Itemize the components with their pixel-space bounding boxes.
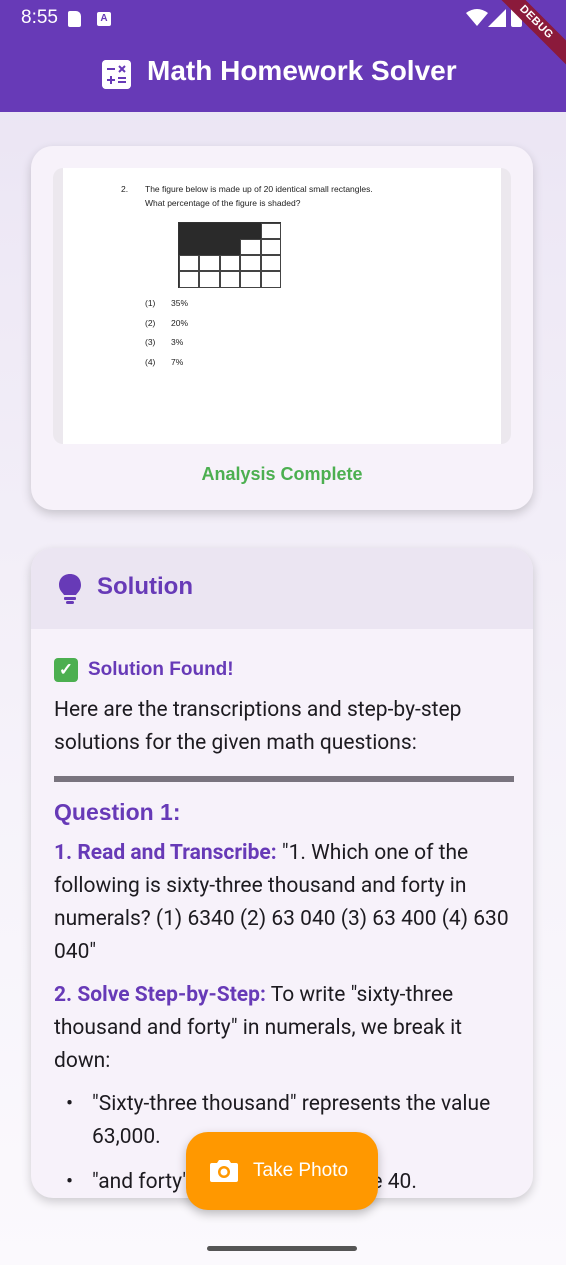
analysis-status: Analysis Complete <box>201 464 363 484</box>
photo-question-line1: The figure below is made up of 20 identi… <box>145 184 373 194</box>
solution-intro: Here are the transcriptions and step-by-… <box>54 698 462 755</box>
status-time: 8:55 <box>21 7 58 28</box>
photo-option-text: 20% <box>171 318 189 328</box>
solution-card: Solution ✓ Solution Found! Here are the … <box>31 548 533 1198</box>
check-mark-icon: ✓ <box>54 657 78 682</box>
a-notification-icon: A <box>97 12 111 26</box>
shaded-rectangle-figure <box>178 222 281 288</box>
photo-option-text: 7% <box>171 357 184 367</box>
gesture-nav-handle[interactable] <box>207 1246 357 1251</box>
take-photo-button[interactable]: Take Photo <box>186 1132 378 1210</box>
photo-option-num: (3) <box>145 337 156 347</box>
wifi-icon <box>466 9 488 26</box>
solution-found: ✓ Solution Found! <box>54 653 514 686</box>
signal-icon <box>488 9 506 27</box>
step-solve: 2. Solve Step-by-Step: To write "sixty-t… <box>54 979 514 1078</box>
solution-body: ✓ Solution Found! Here are the transcrip… <box>54 653 514 1198</box>
solution-header: Solution <box>31 548 533 629</box>
step-label: 2. Solve Step-by-Step: <box>54 983 266 1007</box>
homework-photo[interactable]: 2. The figure below is made up of 20 ide… <box>53 168 511 444</box>
calculator-icon <box>102 60 131 89</box>
photo-question-number: 2. <box>121 184 129 194</box>
photo-option-text: 3% <box>171 337 184 347</box>
status-bar: 8:55 A DEBUG <box>0 0 566 71</box>
photo-option-num: (1) <box>145 298 156 308</box>
photo-question-line2: What percentage of the figure is shaded? <box>145 198 301 208</box>
photo-option-num: (2) <box>145 318 156 328</box>
sd-card-icon <box>68 11 81 27</box>
camera-icon <box>210 1160 238 1182</box>
step-label: 1. Read and Transcribe: <box>54 841 277 865</box>
photo-option-text: 35% <box>171 298 189 308</box>
app-title: Math Homework Solver <box>147 55 457 86</box>
divider <box>54 776 514 782</box>
lightbulb-icon <box>59 574 81 604</box>
app-bar: 8:55 A DEBUG Math Homework Solver <box>0 0 566 112</box>
photo-option-num: (4) <box>145 357 156 367</box>
solution-found-text: Solution Found! <box>88 659 234 680</box>
image-preview-card: 2. The figure below is made up of 20 ide… <box>31 146 533 510</box>
take-photo-label: Take Photo <box>253 1160 349 1181</box>
question-title: Question 1: <box>54 799 181 825</box>
step-read-transcribe: 1. Read and Transcribe: "1. Which one of… <box>54 837 514 969</box>
solution-header-title: Solution <box>97 573 193 600</box>
app-title-row: Math Homework Solver <box>0 48 566 98</box>
